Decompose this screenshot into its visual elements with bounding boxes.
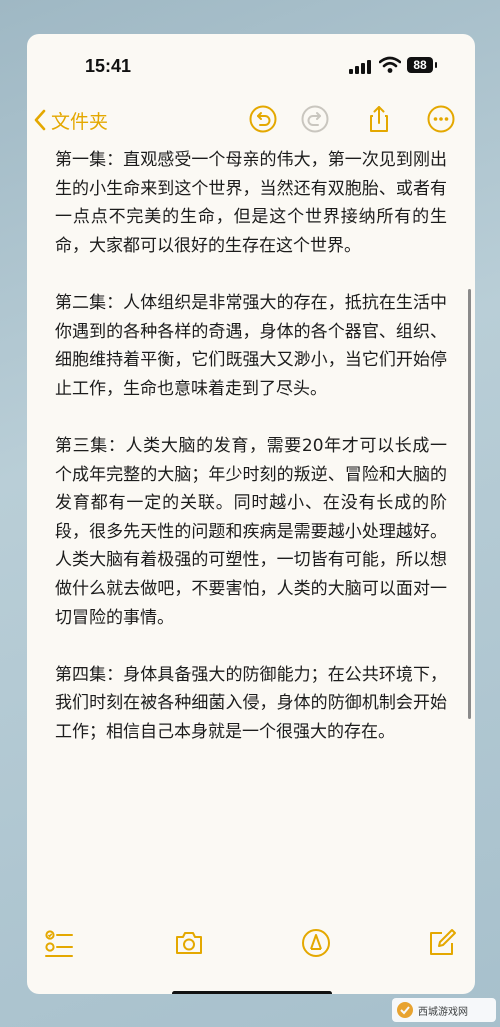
watermark-text: 西城游戏网 <box>418 1006 468 1018</box>
battery-indicator: 88 <box>407 57 433 73</box>
nav-bar: 文件夹 <box>27 94 475 148</box>
status-bar: 15:41 88 <box>27 34 475 94</box>
watermark-badge: 西城游戏网 <box>392 998 496 1022</box>
camera-icon[interactable] <box>173 927 205 959</box>
cellular-signal-icon <box>349 60 371 74</box>
markup-pen-icon[interactable] <box>300 927 332 959</box>
compose-icon[interactable] <box>426 927 458 959</box>
home-indicator[interactable] <box>172 991 332 994</box>
wifi-icon <box>379 56 401 73</box>
note-paragraph-1: 第一集：直观感受一个母亲的伟大，第一次见到刚出生的小生命来到这个世界，当然还有双… <box>55 150 447 256</box>
note-paragraph-2: 第二集：人体组织是非常强大的存在，抵抗在生活中你遇到的各种各样的奇遇，身体的各个… <box>55 292 447 399</box>
status-time: 15:41 <box>85 56 132 76</box>
note-paragraph-4: 第四集：身体具备强大的防御能力；在公共环境下，我们时刻在被各种细菌入侵，身体的防… <box>55 664 447 742</box>
battery-cap <box>435 62 437 68</box>
back-button[interactable]: 文件夹 <box>33 104 108 136</box>
bottom-toolbar <box>27 919 475 969</box>
more-icon[interactable] <box>426 104 456 134</box>
notes-screen: 15:41 88 文件夹 第一集：直观感受一个母亲的伟大，第一次见到刚出生的小生… <box>27 34 475 994</box>
chevron-left-icon <box>34 109 46 131</box>
share-icon[interactable] <box>364 104 394 134</box>
note-body[interactable]: 第一集：直观感受一个母亲的伟大，第一次见到刚出生的小生命来到这个世界，当然还有双… <box>55 146 447 775</box>
checklist-icon[interactable] <box>43 927 75 959</box>
redo-icon[interactable] <box>300 104 330 134</box>
vertical-scrollbar[interactable] <box>468 289 471 719</box>
undo-icon[interactable] <box>248 104 278 134</box>
back-label: 文件夹 <box>51 111 109 133</box>
watermark-logo-icon <box>397 1002 413 1018</box>
note-paragraph-3: 第三集：人类大脑的发育，需要20年才可以长成一个成年完整的大脑；年少时刻的叛逆、… <box>55 435 447 628</box>
